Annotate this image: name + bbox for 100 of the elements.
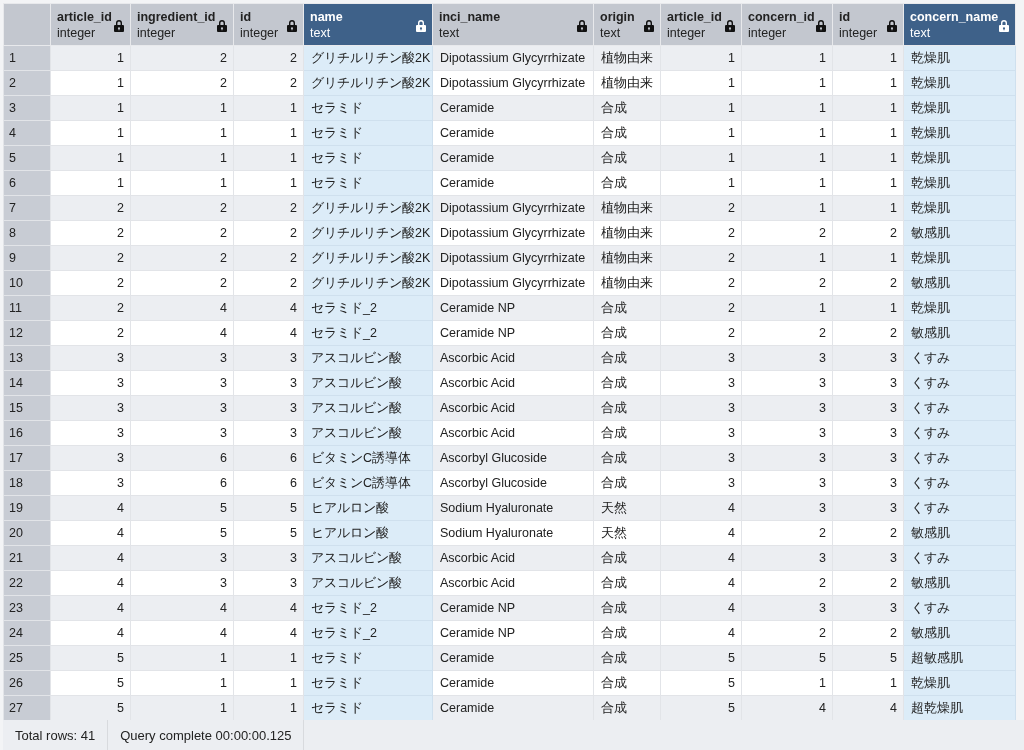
column-header[interactable]: name text <box>303 3 433 46</box>
table-cell: 2 <box>660 295 742 321</box>
table-cell: Dipotassium Glycyrrhizate <box>432 270 594 296</box>
table-cell: 1 <box>130 95 234 121</box>
table-cell: 4 <box>130 320 234 346</box>
table-cell: セラミド_2 <box>303 295 433 321</box>
table-cell: 乾燥肌 <box>903 295 1016 321</box>
table-cell: 4 <box>130 295 234 321</box>
table-cell: Dipotassium Glycyrrhizate <box>432 195 594 221</box>
column-header[interactable]: id integer <box>233 3 304 46</box>
table-cell: Ceramide <box>432 645 594 671</box>
table-cell: 乾燥肌 <box>903 170 1016 196</box>
row-number: 8 <box>3 220 51 246</box>
table-cell: 敏感肌 <box>903 220 1016 246</box>
table-cell: 6 <box>130 470 234 496</box>
table-cell: 3 <box>660 420 742 446</box>
table-cell: アスコルビン酸 <box>303 395 433 421</box>
query-status: Query complete 00:00:00.125 <box>108 720 305 750</box>
table-cell: 1 <box>130 670 234 696</box>
table-cell: 1 <box>660 145 742 171</box>
column-header[interactable]: concern_name text <box>903 3 1016 46</box>
column-type: integer <box>240 24 280 41</box>
row-number: 17 <box>3 445 51 471</box>
table-cell: 3 <box>50 395 131 421</box>
row-number: 26 <box>3 670 51 696</box>
table-cell: 3 <box>130 545 234 571</box>
table-cell: 3 <box>741 420 833 446</box>
table-cell: 1 <box>741 145 833 171</box>
table-cell: 1 <box>50 95 131 121</box>
column-name: origin <box>600 8 636 25</box>
table-cell: 3 <box>741 395 833 421</box>
column-header[interactable]: article_id integer <box>660 3 742 46</box>
table-cell: 2 <box>50 320 131 346</box>
table-cell: 3 <box>741 370 833 396</box>
table-cell: Ascorbyl Glucoside <box>432 470 594 496</box>
row-number: 22 <box>3 570 51 596</box>
table-cell: 4 <box>50 520 131 546</box>
table-cell: 2 <box>660 220 742 246</box>
table-cell: 乾燥肌 <box>903 45 1016 71</box>
table-cell: 3 <box>741 345 833 371</box>
row-number: 4 <box>3 120 51 146</box>
table-cell: グリチルリチン酸2K <box>303 70 433 96</box>
table-cell: 3 <box>660 445 742 471</box>
row-number: 21 <box>3 545 51 571</box>
table-cell: Ascorbic Acid <box>432 420 594 446</box>
table-cell: Dipotassium Glycyrrhizate <box>432 45 594 71</box>
row-number: 18 <box>3 470 51 496</box>
column-header[interactable]: inci_name text <box>432 3 594 46</box>
table-cell: ビタミンC誘導体 <box>303 445 433 471</box>
table-cell: 1 <box>741 245 833 271</box>
table-cell: 4 <box>130 620 234 646</box>
table-cell: 3 <box>660 345 742 371</box>
table-cell: 1 <box>130 645 234 671</box>
table-cell: Ceramide <box>432 170 594 196</box>
table-cell: 1 <box>130 145 234 171</box>
row-number: 9 <box>3 245 51 271</box>
lock-icon <box>217 19 227 32</box>
table-cell: 1 <box>50 45 131 71</box>
row-number: 13 <box>3 345 51 371</box>
lock-icon <box>416 19 426 32</box>
table-cell: Ceramide NP <box>432 620 594 646</box>
column-name: id <box>839 8 852 25</box>
table-cell: Ascorbic Acid <box>432 545 594 571</box>
table-cell: Dipotassium Glycyrrhizate <box>432 245 594 271</box>
table-cell: 3 <box>50 445 131 471</box>
table-cell: 2 <box>741 520 833 546</box>
table-cell: 4 <box>660 620 742 646</box>
table-cell: 2 <box>130 220 234 246</box>
table-cell: 乾燥肌 <box>903 95 1016 121</box>
table-cell: くすみ <box>903 470 1016 496</box>
table-cell: 1 <box>660 95 742 121</box>
table-cell: アスコルビン酸 <box>303 570 433 596</box>
column-name: id <box>240 8 253 25</box>
column-header[interactable]: id integer <box>832 3 904 46</box>
table-cell: 1 <box>660 120 742 146</box>
column-header[interactable]: origin text <box>593 3 661 46</box>
lock-icon <box>887 19 897 32</box>
table-cell: 1 <box>50 170 131 196</box>
table-cell: 2 <box>741 220 833 246</box>
column-type: integer <box>667 24 707 41</box>
column-name: concern_id <box>748 8 812 25</box>
row-number: 23 <box>3 595 51 621</box>
table-cell: 5 <box>660 645 742 671</box>
row-number: 16 <box>3 420 51 446</box>
row-number: 27 <box>3 695 51 720</box>
table-cell: セラミド <box>303 695 433 720</box>
table-cell: 3 <box>130 570 234 596</box>
row-number: 5 <box>3 145 51 171</box>
column-header[interactable]: article_id integer <box>50 3 131 46</box>
row-count: Total rows: 41 <box>3 720 109 750</box>
table-cell: 2 <box>130 245 234 271</box>
column-type: text <box>600 24 622 41</box>
table-cell: くすみ <box>903 395 1016 421</box>
table-cell: Ceramide NP <box>432 320 594 346</box>
lock-icon <box>725 19 735 32</box>
table-cell: くすみ <box>903 595 1016 621</box>
table-cell: 2 <box>50 270 131 296</box>
table-cell: 2 <box>130 45 234 71</box>
column-header[interactable]: ingredient_id integer <box>130 3 234 46</box>
column-header[interactable]: concern_id integer <box>741 3 833 46</box>
